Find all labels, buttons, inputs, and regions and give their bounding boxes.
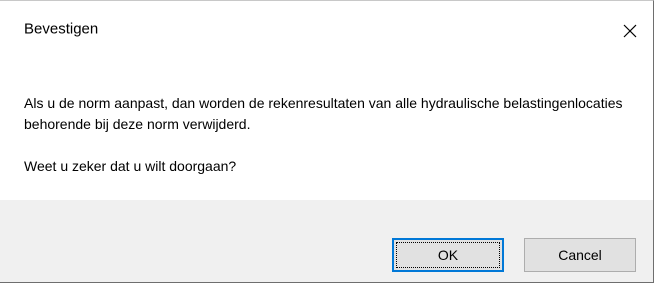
confirm-dialog: Bevestigen Als u de norm aanpast, dan wo… [0, 0, 654, 283]
close-icon [623, 24, 637, 38]
close-button[interactable] [607, 17, 653, 45]
cancel-button-label: Cancel [558, 247, 602, 263]
dialog-footer: OK Cancel [0, 200, 653, 282]
dialog-message: Als u de norm aanpast, dan worden de rek… [24, 95, 623, 132]
ok-button[interactable]: OK [392, 238, 504, 272]
dialog-title: Bevestigen [24, 20, 99, 38]
cancel-button[interactable]: Cancel [524, 238, 636, 272]
dialog-titlebar: Bevestigen [0, 1, 653, 45]
dialog-content: Als u de norm aanpast, dan worden de rek… [24, 93, 633, 177]
dialog-question: Weet u zeker dat u wilt doorgaan? [24, 158, 237, 174]
focus-ring [396, 242, 500, 268]
